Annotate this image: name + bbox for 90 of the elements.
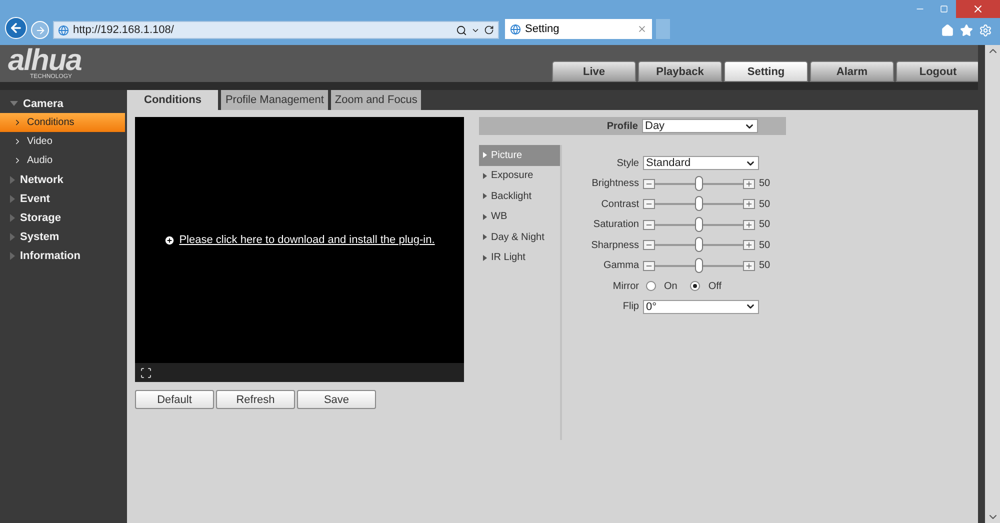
dropdown-field[interactable]: Standard xyxy=(643,156,759,170)
sidebar-item[interactable]: System xyxy=(0,227,125,246)
refresh-icon[interactable] xyxy=(484,25,494,35)
close-icon xyxy=(972,3,984,15)
tab[interactable]: Zoom and Focus xyxy=(330,90,422,110)
tab[interactable]: Profile Management xyxy=(221,90,328,110)
address-field[interactable]: http://192.168.1.108/ xyxy=(53,21,499,39)
globe-icon xyxy=(510,24,521,34)
fullscreen-icon[interactable] xyxy=(140,366,152,378)
logo: alhua xyxy=(8,48,82,74)
slider-label: Sharpness xyxy=(590,240,639,251)
menu-item[interactable]: Backlight xyxy=(479,186,560,206)
minus-button[interactable] xyxy=(643,178,655,189)
menu-item[interactable]: Day & Night xyxy=(479,227,560,248)
radio-label: Off xyxy=(708,280,722,292)
sidebar-item[interactable]: Event xyxy=(0,189,125,208)
slider-thumb[interactable] xyxy=(695,237,703,252)
slider-value: 50 xyxy=(759,260,770,272)
slider-label: Brightness xyxy=(590,178,639,190)
scrollbar[interactable] xyxy=(985,45,1000,523)
slider-value: 50 xyxy=(759,198,770,210)
settings-icon[interactable] xyxy=(979,24,992,37)
slider-value: 50 xyxy=(759,219,770,230)
action-button[interactable]: Save xyxy=(297,390,376,409)
forward-button[interactable] xyxy=(31,21,49,39)
slider-thumb[interactable] xyxy=(695,216,703,232)
plugin-link[interactable]: Please click here to download and install the plug-in. xyxy=(179,234,435,246)
tab[interactable]: Conditions xyxy=(127,90,218,110)
search-icon[interactable] xyxy=(456,24,467,36)
nav-tab[interactable]: Logout xyxy=(896,61,980,82)
plus-button[interactable] xyxy=(743,260,755,271)
plus-icon xyxy=(745,241,753,250)
profile-dropdown[interactable]: Day xyxy=(642,119,758,133)
arrow-right-icon xyxy=(34,24,46,36)
chevron-right-icon xyxy=(13,137,22,146)
plus-button[interactable] xyxy=(743,199,755,210)
slider-thumb[interactable] xyxy=(695,258,703,273)
sidebar-item[interactable]: Network xyxy=(0,170,125,189)
close-icon[interactable] xyxy=(637,24,647,34)
sidebar-item[interactable]: Information xyxy=(0,246,125,265)
home-icon[interactable] xyxy=(941,24,954,37)
globe-icon xyxy=(58,24,69,36)
action-button[interactable]: Refresh xyxy=(216,390,295,409)
slider-thumb[interactable] xyxy=(695,196,703,212)
slider-value: 50 xyxy=(759,178,770,190)
menu-item[interactable]: IR Light xyxy=(479,248,560,268)
sidebar-item[interactable]: Camera xyxy=(0,94,125,113)
field-label: Flip xyxy=(622,301,639,312)
back-button[interactable] xyxy=(5,17,27,39)
radio-button[interactable] xyxy=(690,281,700,292)
profile-label: Profile xyxy=(606,120,638,132)
plus-icon xyxy=(745,262,753,270)
nav-tab[interactable]: Alarm xyxy=(810,61,894,82)
radio-label: On xyxy=(664,280,678,292)
action-button[interactable]: Default xyxy=(135,390,214,409)
radio-button[interactable] xyxy=(646,281,656,292)
slider-value: 50 xyxy=(759,240,770,251)
plus-icon xyxy=(745,180,753,188)
slider-thumb[interactable] xyxy=(695,176,703,191)
chevron-right-icon xyxy=(13,118,22,127)
sidebar-subitem[interactable]: Audio xyxy=(0,151,125,170)
plus-button[interactable] xyxy=(743,240,755,250)
close-button[interactable] xyxy=(956,0,1000,18)
minus-button[interactable] xyxy=(643,199,655,210)
chevron-right-icon xyxy=(13,156,22,165)
download-icon xyxy=(164,234,176,246)
browser-tab[interactable]: Setting xyxy=(505,19,652,39)
menu-item[interactable]: WB xyxy=(479,206,560,227)
slider-label: Saturation xyxy=(592,219,639,230)
restore-icon xyxy=(940,5,948,13)
slider-label: Gamma xyxy=(602,260,639,272)
plus-button[interactable] xyxy=(743,220,755,230)
sidebar-subitem[interactable]: Conditions xyxy=(0,113,125,132)
plus-button[interactable] xyxy=(743,178,755,189)
dropdown-field[interactable]: 0° xyxy=(643,300,759,314)
plus-icon xyxy=(745,200,753,208)
nav-tab[interactable]: Live xyxy=(552,61,636,82)
star-icon[interactable] xyxy=(960,24,973,37)
sidebar-item[interactable]: Storage xyxy=(0,208,125,227)
minus-button[interactable] xyxy=(643,220,655,230)
nav-tab[interactable]: Playback xyxy=(638,61,722,82)
menu-item[interactable]: Exposure xyxy=(479,166,560,186)
minus-button[interactable] xyxy=(643,260,655,271)
field-label: Style xyxy=(616,158,639,169)
plus-icon xyxy=(745,220,753,229)
slider-label: Contrast xyxy=(600,198,639,210)
nav-tab[interactable]: Setting xyxy=(724,61,808,82)
field-label: Mirror xyxy=(612,280,639,292)
minus-button[interactable] xyxy=(643,240,655,250)
sidebar-subitem[interactable]: Video xyxy=(0,132,125,151)
